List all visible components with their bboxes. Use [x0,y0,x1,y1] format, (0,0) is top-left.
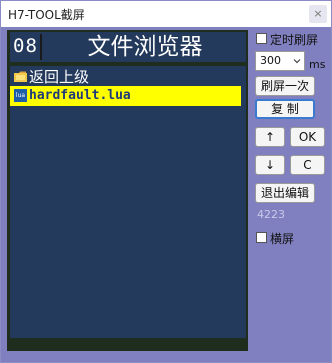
interval-unit: ms [309,58,326,71]
interval-select[interactable]: 300 [255,51,305,71]
close-icon[interactable]: × [313,7,322,20]
down-button[interactable]: ↓ [255,155,285,175]
close-button[interactable]: × [309,5,327,23]
lcd-page-number: 08 [13,35,38,57]
lua-file-icon: lua [14,89,27,102]
window-title: H7-TOOL截屏 [8,8,85,22]
header-divider [40,34,42,60]
refresh-once-button[interactable]: 刷屏一次 [255,76,315,96]
timer-refresh-checkbox[interactable] [256,33,267,44]
up-button[interactable]: ↑ [255,127,285,147]
exit-edit-button[interactable]: 退出编辑 [255,183,315,203]
list-item-label: hardfault.lua [29,88,131,103]
chevron-down-icon [293,59,301,64]
title-bar: H7-TOOL截屏 × [1,1,331,27]
folder-icon [14,71,27,82]
list-item-label: 返回上级 [29,68,90,86]
c-button[interactable]: C [290,155,325,175]
lcd-title: 文件浏览器 [87,34,203,60]
landscape-checkbox[interactable] [256,232,267,243]
status-value: 4223 [257,208,285,221]
list-item-selected-file[interactable]: lua hardfault.lua [10,86,241,106]
interval-value: 300 [260,54,281,67]
ok-button[interactable]: OK [290,127,325,147]
list-item-parent-dir[interactable]: 返回上级 [10,67,241,87]
timer-refresh-label[interactable]: 定时刷屏 [270,31,318,48]
copy-button[interactable]: 复 制 [255,99,315,119]
landscape-label[interactable]: 横屏 [270,230,294,247]
file-list [10,66,246,338]
